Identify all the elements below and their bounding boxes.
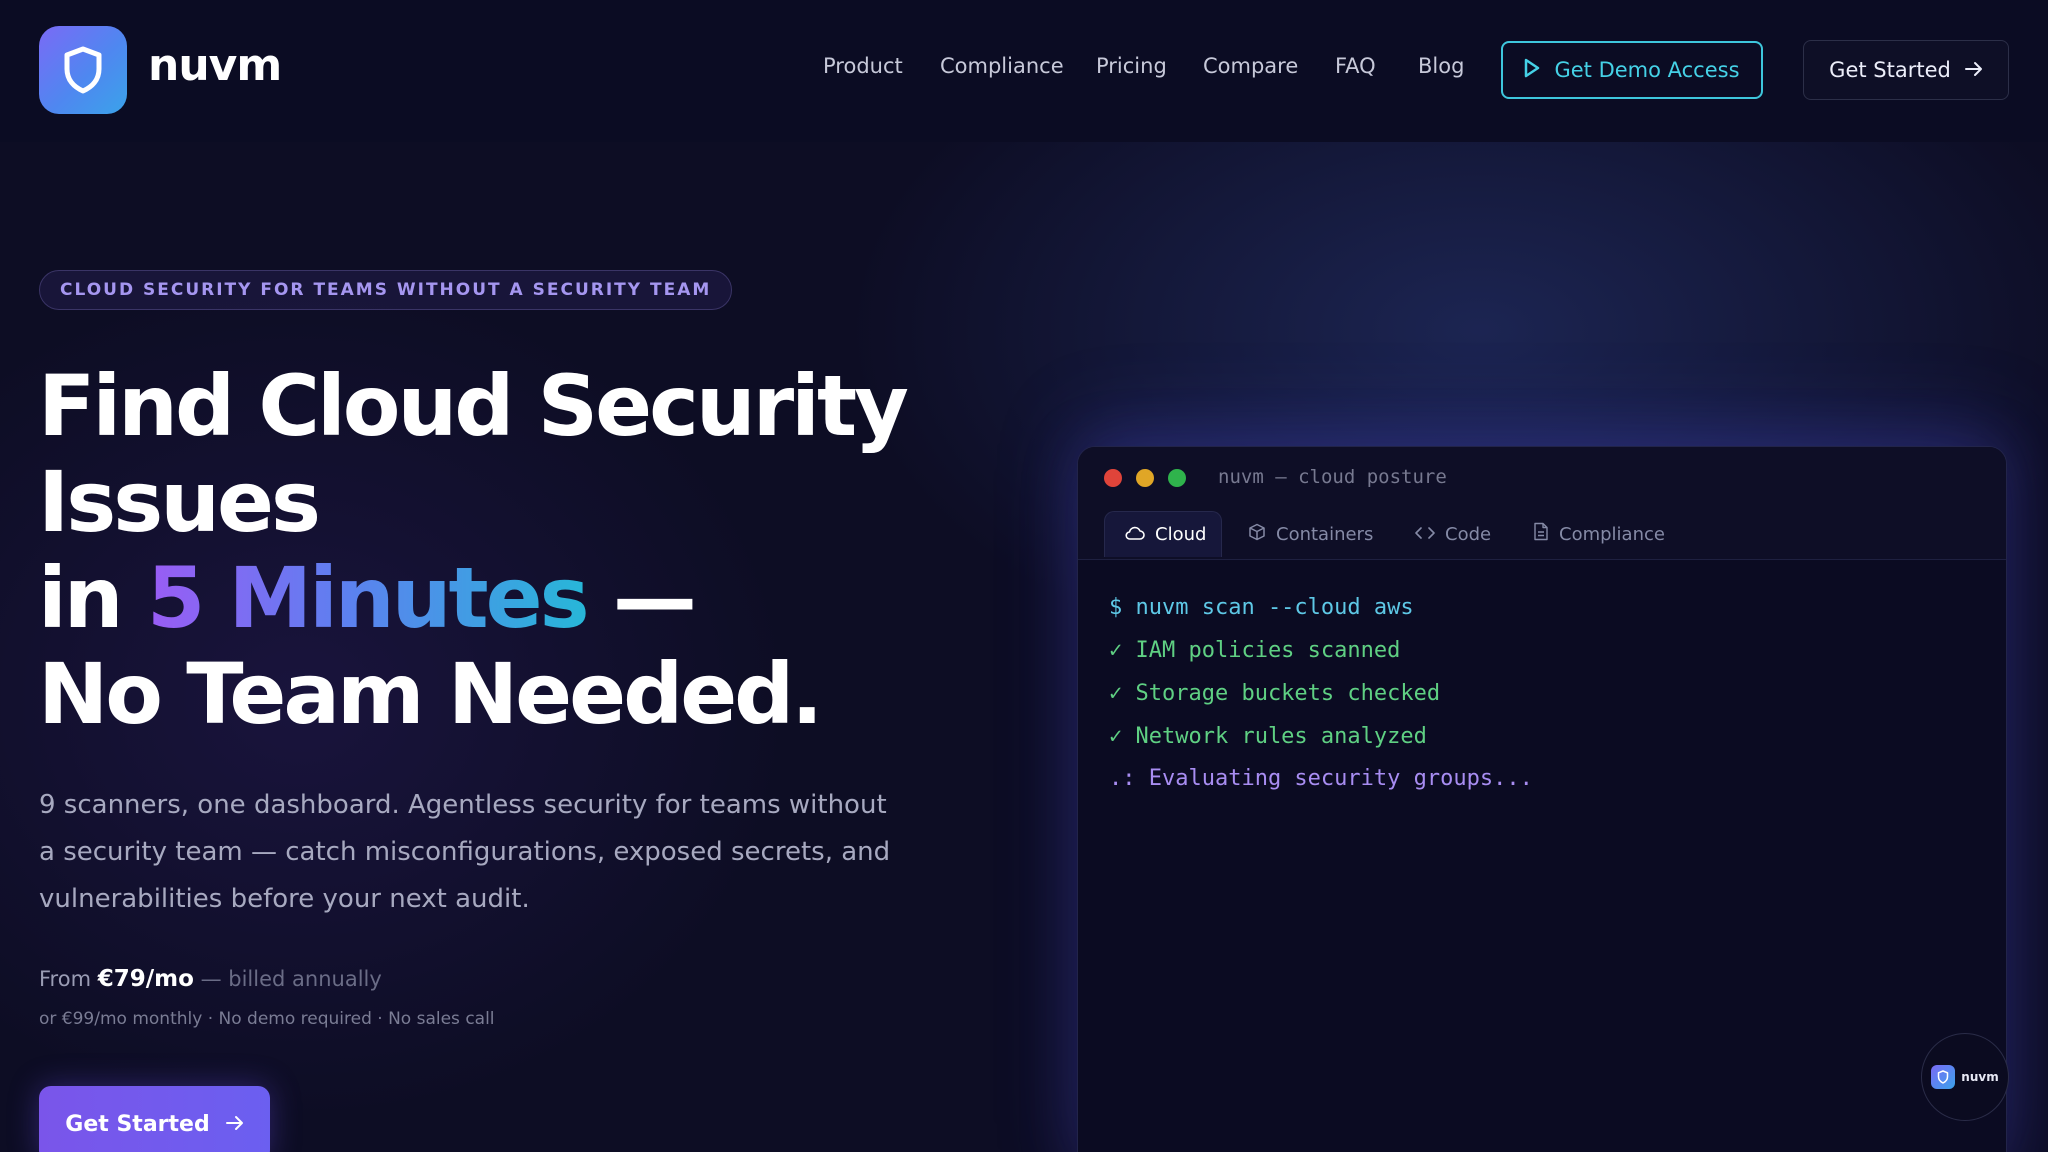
document-icon <box>1533 522 1549 546</box>
terminal-window: nuvm — cloud posture Cloud Containers Co… <box>1077 446 2007 1152</box>
terminal-output-line: ✓ Storage buckets checked <box>1109 681 1441 706</box>
terminal-progress-line: .: Evaluating security groups... <box>1109 766 1533 791</box>
nav-item-compliance[interactable]: Compliance <box>940 54 1064 78</box>
tab-code-label: Code <box>1445 523 1492 545</box>
tab-compliance-label: Compliance <box>1559 523 1665 545</box>
price-from-label: From <box>39 967 92 991</box>
tab-containers-label: Containers <box>1276 523 1374 545</box>
window-minimize-dot[interactable] <box>1136 469 1154 487</box>
nav-item-faq[interactable]: FAQ <box>1335 54 1376 78</box>
badge-shield-icon <box>1931 1065 1956 1089</box>
tab-containers[interactable]: Containers <box>1248 511 1373 557</box>
headline-line-2: Issues <box>38 453 321 551</box>
terminal-header: nuvm — cloud posture Cloud Containers Co… <box>1078 447 2006 560</box>
terminal-title: nuvm — cloud posture <box>1218 466 1447 488</box>
window-close-dot[interactable] <box>1104 469 1122 487</box>
top-navigation-bar: nuvm Product Compliance Pricing Compare … <box>0 0 2048 142</box>
tab-code[interactable]: Code <box>1415 511 1491 557</box>
get-started-hero-button[interactable]: Get Started <box>39 1086 270 1152</box>
tab-cloud-label: Cloud <box>1155 524 1207 545</box>
pricing-note: or €99/mo monthly · No demo required · N… <box>39 1009 495 1029</box>
play-icon <box>1524 58 1540 83</box>
logo-shield-icon[interactable] <box>39 26 127 114</box>
get-demo-access-button[interactable]: Get Demo Access <box>1501 41 1763 99</box>
cube-icon <box>1248 523 1266 546</box>
headline-line-3-suffix: — <box>586 549 697 647</box>
headline-line-4: No Team Needed. <box>38 645 823 743</box>
floating-nuvm-badge[interactable]: nuvm <box>1921 1033 2009 1121</box>
window-maximize-dot[interactable] <box>1168 469 1186 487</box>
headline-line-3: in 5 Minutes — <box>38 550 938 646</box>
code-icon <box>1415 524 1435 545</box>
tab-cloud[interactable]: Cloud <box>1104 511 1222 557</box>
hero-subheadline: 9 scanners, one dashboard. Agentless sec… <box>39 790 891 914</box>
nav-item-blog[interactable]: Blog <box>1418 54 1464 78</box>
nav-item-pricing[interactable]: Pricing <box>1096 54 1167 78</box>
terminal-output-line: ✓ Network rules analyzed <box>1109 724 1427 749</box>
cloud-icon <box>1125 524 1145 545</box>
headline-highlight: 5 Minutes <box>146 549 590 647</box>
arrow-right-icon <box>1964 58 1983 82</box>
pricing-line: From €79/mo — billed annually <box>39 966 382 992</box>
get-started-hero-label: Get Started <box>65 1111 210 1137</box>
hero-eyebrow-pill: CLOUD SECURITY FOR TEAMS WITHOUT A SECUR… <box>39 270 733 310</box>
price-billing-period: — billed annually <box>200 967 382 991</box>
terminal-command-line: $ nuvm scan --cloud aws <box>1109 595 1414 620</box>
nav-item-compare[interactable]: Compare <box>1203 54 1298 78</box>
landing-page: nuvm Product Compliance Pricing Compare … <box>0 0 2048 1152</box>
get-started-header-button[interactable]: Get Started <box>1803 40 2009 100</box>
nav-item-product[interactable]: Product <box>823 54 903 78</box>
price-amount: €79/mo <box>97 966 194 992</box>
arrow-right-icon <box>225 1112 244 1137</box>
terminal-output-line: ✓ IAM policies scanned <box>1109 638 1401 663</box>
tab-compliance[interactable]: Compliance <box>1533 511 1665 557</box>
headline-line-1: Find Cloud Security <box>38 357 909 455</box>
hero-headline: Find Cloud Security Issues in 5 Minutes … <box>38 358 938 742</box>
headline-line-3-prefix: in <box>38 549 147 647</box>
get-started-header-label: Get Started <box>1829 58 1951 82</box>
get-demo-access-label: Get Demo Access <box>1554 58 1740 82</box>
brand-name[interactable]: nuvm <box>148 40 282 91</box>
badge-label: nuvm <box>1961 1070 1999 1084</box>
